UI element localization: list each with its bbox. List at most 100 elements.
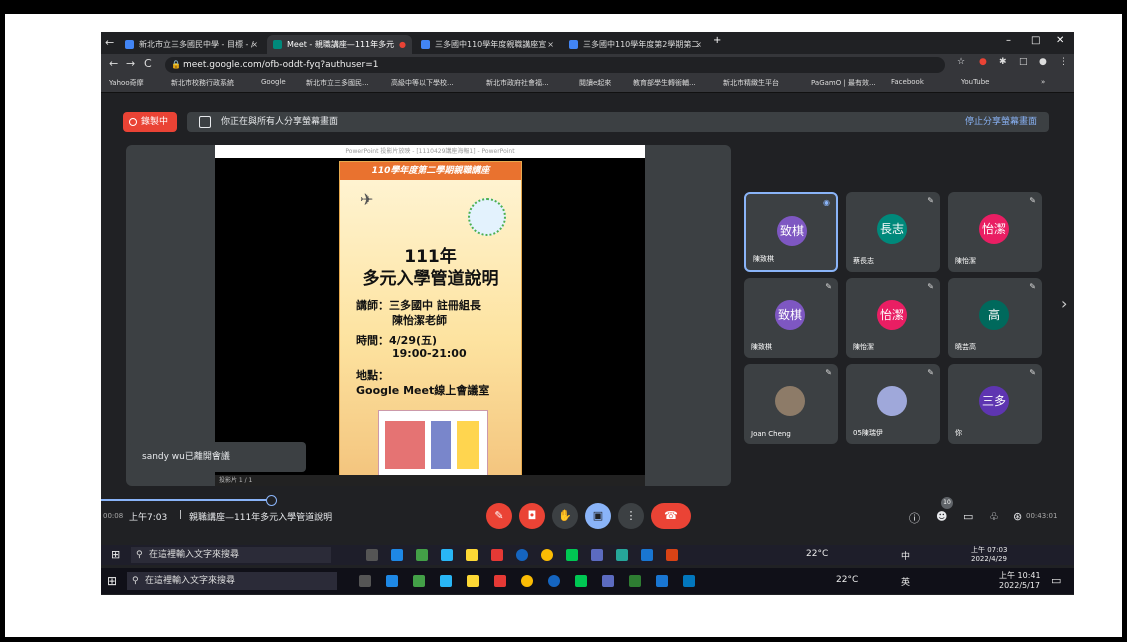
line-icon[interactable]: [566, 549, 578, 561]
avatar: 怡潔: [877, 300, 907, 330]
bookmark-facebook[interactable]: Facebook: [891, 78, 924, 86]
bookmark-youtube[interactable]: YouTube: [961, 78, 989, 86]
chat-icon[interactable]: ▭: [963, 510, 973, 523]
bookmark-sanduo[interactable]: 新北市立三多國民...: [306, 78, 369, 88]
participant-tile[interactable]: ✎ 三多 你: [948, 364, 1042, 444]
weather-temp[interactable]: 22°C: [806, 549, 828, 559]
bookmark-moe[interactable]: 教育部學生轉銜輔...: [633, 78, 696, 88]
next-page-chevron-icon[interactable]: ›: [1061, 294, 1067, 313]
participant-tile[interactable]: ✎ 長志 蔡長志: [846, 192, 940, 272]
new-tab-button[interactable]: +: [713, 35, 721, 46]
video-progress-handle[interactable]: [266, 495, 277, 506]
pen-icon[interactable]: [441, 549, 453, 561]
windows-start-icon[interactable]: ⊞: [107, 574, 117, 588]
camera-off-button[interactable]: ◘: [519, 503, 545, 529]
bookmark-highschool[interactable]: 高級中等以下學校...: [391, 78, 454, 88]
ie-icon[interactable]: [548, 575, 560, 587]
explorer-icon[interactable]: [591, 549, 603, 561]
forward-icon[interactable]: →: [126, 57, 135, 70]
video-app-icon[interactable]: [683, 575, 695, 587]
mail-icon[interactable]: [386, 575, 398, 587]
mic-off-button[interactable]: ✎: [486, 503, 512, 529]
people-icon[interactable]: ☻: [936, 510, 947, 523]
leave-call-button[interactable]: ☎: [651, 503, 691, 529]
extension-icon[interactable]: ●: [979, 57, 987, 67]
chrome-icon[interactable]: [541, 549, 553, 561]
word-icon[interactable]: [656, 575, 668, 587]
close-window-icon[interactable]: ✕: [1056, 35, 1064, 46]
menu-icon[interactable]: ⋮: [1059, 57, 1068, 67]
line-icon[interactable]: [575, 575, 587, 587]
participant-tile[interactable]: ◉ 致棋 陳致棋: [744, 192, 838, 272]
video-progress-track[interactable]: [101, 499, 271, 501]
bookmark-yahoo[interactable]: Yahoo奇摩: [109, 78, 144, 88]
tab-search-icon[interactable]: ←: [105, 36, 114, 49]
mic-off-icon: ✎: [825, 282, 832, 291]
bookmark-google[interactable]: Google: [261, 78, 286, 86]
task-view-icon[interactable]: [359, 575, 371, 587]
reload-icon[interactable]: C: [144, 57, 152, 70]
participant-tile[interactable]: ✎ 怡潔 陳怡潔: [846, 278, 940, 358]
tab-school[interactable]: 新北市立三多國民中學 - 目標 - / ×: [119, 35, 264, 54]
calendar-icon[interactable]: [413, 575, 425, 587]
host-controls-icon[interactable]: ⊛: [1013, 510, 1022, 523]
avatar-photo: [775, 386, 805, 416]
sharing-banner: 你正在與所有人分享螢幕畫面 停止分享螢幕畫面: [187, 112, 1049, 132]
chrome-profile-icon[interactable]: [616, 549, 628, 561]
close-tab-icon[interactable]: ×: [695, 35, 702, 54]
notes-icon[interactable]: [467, 575, 479, 587]
app-icon[interactable]: [491, 549, 503, 561]
participant-tile[interactable]: ✎ 05陳瑞伊: [846, 364, 940, 444]
chrome-icon[interactable]: [521, 575, 533, 587]
ie-icon[interactable]: [516, 549, 528, 561]
notes-icon[interactable]: [466, 549, 478, 561]
tab-doc-1[interactable]: 三多國中110學年度親職講座宣 ×: [415, 35, 560, 54]
word-icon[interactable]: [641, 549, 653, 561]
side-panel-icon[interactable]: □: [1019, 57, 1028, 67]
info-icon[interactable]: ⓘ: [909, 510, 920, 526]
recording-badge[interactable]: 錄製中: [123, 112, 177, 132]
powerpoint-icon[interactable]: [666, 549, 678, 561]
meet-controls-bar: 00:08 上午7:03 | 親職講座—111年多元入學管道說明 ✎ ◘ ✋ ▣…: [101, 495, 1074, 535]
input-lang[interactable]: 英: [901, 575, 910, 588]
bookmark-reading[interactable]: 閱讀e起來: [579, 78, 611, 88]
pen-icon[interactable]: [440, 575, 452, 587]
puzzle-icon[interactable]: ✱: [999, 57, 1007, 67]
input-lang[interactable]: 中: [901, 549, 910, 562]
participant-tile[interactable]: ✎ Joan Cheng: [744, 364, 838, 444]
bookmark-social[interactable]: 新北市政府社會福...: [486, 78, 549, 88]
mail-icon[interactable]: [391, 549, 403, 561]
calendar-icon[interactable]: [416, 549, 428, 561]
participant-tile[interactable]: ✎ 致棋 陳致棋: [744, 278, 838, 358]
raise-hand-button[interactable]: ✋: [552, 503, 578, 529]
profile-avatar[interactable]: ●: [1039, 57, 1047, 67]
more-options-button[interactable]: ⋮: [618, 503, 644, 529]
windows-start-icon[interactable]: ⊞: [111, 548, 120, 561]
tab-doc-2[interactable]: 三多國中110學年度第2學期第二 ×: [563, 35, 708, 54]
app-icon[interactable]: [494, 575, 506, 587]
star-icon[interactable]: ☆: [957, 57, 965, 67]
participant-tile[interactable]: ✎ 怡潔 陳怡潔: [948, 192, 1042, 272]
maximize-icon[interactable]: □: [1031, 35, 1040, 46]
back-icon[interactable]: ←: [109, 57, 118, 70]
explorer-icon[interactable]: [602, 575, 614, 587]
bookmark-platform[interactable]: 新北市精緻生平台: [723, 78, 779, 88]
task-view-icon[interactable]: [366, 549, 378, 561]
taskbar-search[interactable]: ⚲ 在這裡輸入文字來搜尋: [131, 547, 331, 563]
excel-icon[interactable]: [629, 575, 641, 587]
weather-temp[interactable]: 22°C: [836, 575, 858, 585]
bookmark-pagamo[interactable]: PaGamO | 最有效...: [811, 78, 876, 88]
notification-icon[interactable]: ▭: [1051, 574, 1061, 587]
activities-icon[interactable]: ♧: [989, 510, 999, 523]
present-button[interactable]: ▣: [585, 503, 611, 529]
bookmark-school-admin[interactable]: 新北市校務行政系統: [171, 78, 234, 88]
close-tab-icon[interactable]: ×: [251, 35, 258, 54]
close-tab-icon[interactable]: ×: [547, 35, 554, 54]
participant-tile[interactable]: ✎ 高 曉芸高: [948, 278, 1042, 358]
minimize-icon[interactable]: –: [1006, 35, 1011, 46]
tab-meet[interactable]: Meet - 親職講座—111年多元 ●: [267, 35, 412, 54]
url-input[interactable]: 🔒 meet.google.com/ofb-oddt-fyq?authuser=…: [165, 57, 945, 73]
bookmarks-more[interactable]: »: [1041, 78, 1045, 86]
taskbar-search[interactable]: ⚲ 在這裡輸入文字來搜尋: [127, 572, 337, 590]
stop-sharing-button[interactable]: 停止分享螢幕畫面: [965, 112, 1037, 132]
